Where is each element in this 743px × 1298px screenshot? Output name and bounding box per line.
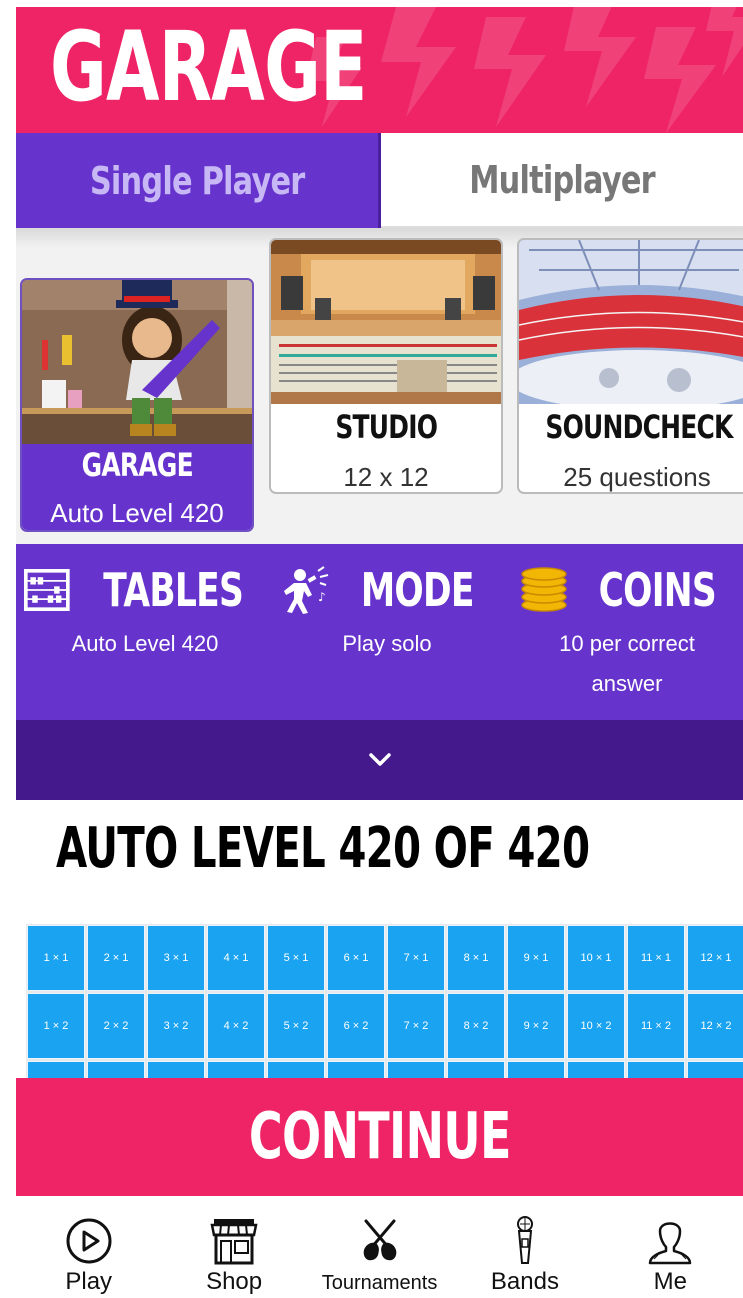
table-cell[interactable]: 10 × 1 [567, 925, 625, 991]
table-cell[interactable] [207, 1061, 265, 1078]
page-title: GARAGE [50, 11, 367, 123]
mode-card-title: STUDIO [335, 408, 438, 446]
microphone-icon [516, 1216, 533, 1264]
singer-icon: ♪ [283, 566, 328, 614]
table-cell[interactable]: 11 × 2 [627, 993, 685, 1059]
info-tables-label: TABLES [102, 563, 244, 617]
info-mode-value: Play solo [342, 631, 432, 656]
table-cell[interactable] [507, 1061, 565, 1078]
table-cell[interactable] [387, 1061, 445, 1078]
table-cell[interactable]: 1 × 2 [27, 993, 85, 1059]
player-mode-tabs: Single Player Multiplayer [16, 133, 743, 228]
table-cell[interactable]: 9 × 1 [507, 925, 565, 991]
table-cell[interactable]: 4 × 1 [207, 925, 265, 991]
nav-item-tournaments[interactable]: Tournaments [307, 1196, 452, 1298]
continue-button[interactable]: CONTINUE [16, 1078, 743, 1196]
info-coins: COINS 10 per correct answer [506, 562, 743, 704]
nav-label: Tournaments [321, 1272, 438, 1294]
table-cell[interactable]: 8 × 2 [447, 993, 505, 1059]
table-cell[interactable] [87, 1061, 145, 1078]
nav-label: Bands [490, 1268, 559, 1295]
table-cell[interactable]: 4 × 2 [207, 993, 265, 1059]
table-cell[interactable]: 2 × 2 [87, 993, 145, 1059]
svg-text:♪: ♪ [318, 590, 326, 604]
table-cell[interactable]: 3 × 1 [147, 925, 205, 991]
table-cell[interactable]: 9 × 2 [507, 993, 565, 1059]
nav-item-shop[interactable]: Shop [161, 1196, 306, 1298]
tab-label: Single Player [89, 158, 305, 203]
table-cell[interactable] [27, 1061, 85, 1078]
info-coins-value: 10 per correct answer [559, 631, 695, 696]
coins-icon [520, 567, 567, 612]
table-cell[interactable]: 7 × 2 [387, 993, 445, 1059]
page-header: GARAGE [16, 7, 743, 133]
user-icon [649, 1222, 692, 1265]
mode-card-studio[interactable]: STUDIO 12 x 12 [269, 238, 503, 494]
times-table-grid[interactable]: 1 × 12 × 13 × 14 × 15 × 16 × 17 × 18 × 1… [26, 924, 743, 1078]
table-cell[interactable]: 12 × 2 [687, 993, 743, 1059]
nav-item-me[interactable]: Me [598, 1196, 743, 1298]
table-cell[interactable]: 10 × 2 [567, 993, 625, 1059]
shop-icon [210, 1219, 258, 1265]
abacus-icon [24, 568, 70, 612]
mode-card-soundcheck[interactable]: SOUNDCHECK 25 questions [517, 238, 743, 494]
table-cell[interactable]: 2 × 1 [87, 925, 145, 991]
continue-label: CONTINUE [248, 1100, 512, 1174]
mode-card-title: GARAGE [81, 446, 193, 484]
table-cell[interactable]: 11 × 1 [627, 925, 685, 991]
bottom-nav: Play Shop Tournaments Bands Me [16, 1196, 743, 1298]
mode-card-subtitle: Auto Level 420 [50, 498, 224, 528]
table-cell[interactable] [687, 1061, 743, 1078]
table-cell[interactable] [627, 1061, 685, 1078]
garage-rocker-image [22, 280, 252, 444]
table-cell[interactable]: 6 × 1 [327, 925, 385, 991]
info-mode: ♪ MODE Play solo [266, 562, 508, 664]
mode-carousel[interactable]: GARAGE Auto Level 420 STUDIO 12 x 12 SOU… [16, 228, 743, 544]
arena-image [519, 240, 743, 404]
table-cell[interactable]: 7 × 1 [387, 925, 445, 991]
nav-label: Me [653, 1268, 687, 1295]
table-cell[interactable]: 5 × 2 [267, 993, 325, 1059]
tab-multiplayer[interactable]: Multiplayer [381, 133, 743, 228]
mode-card-subtitle: 12 x 12 [343, 462, 429, 492]
studio-image [271, 240, 501, 404]
game-info-panel: TABLES Auto Level 420 ♪ MODE Play solo C… [16, 544, 743, 720]
tab-label: Multiplayer [469, 157, 655, 202]
chevron-down-icon [368, 753, 391, 766]
expand-details-button[interactable] [16, 720, 743, 800]
grid-cells: 1 × 12 × 13 × 14 × 15 × 16 × 17 × 18 × 1… [26, 924, 743, 1078]
nav-item-bands[interactable]: Bands [452, 1196, 597, 1298]
info-mode-label: MODE [360, 563, 475, 617]
table-cell[interactable]: 8 × 1 [447, 925, 505, 991]
info-tables-value: Auto Level 420 [71, 631, 219, 656]
tab-single-player[interactable]: Single Player [16, 133, 381, 228]
info-tables: TABLES Auto Level 420 [24, 562, 266, 664]
nav-label: Shop [206, 1268, 263, 1295]
table-cell[interactable] [447, 1061, 505, 1078]
mode-card-subtitle: 25 questions [563, 462, 711, 492]
nav-item-play[interactable]: Play [16, 1196, 161, 1298]
table-cell[interactable] [267, 1061, 325, 1078]
table-cell[interactable]: 6 × 2 [327, 993, 385, 1059]
level-title: AUTO LEVEL 420 OF 420 [56, 816, 590, 881]
table-cell[interactable]: 3 × 2 [147, 993, 205, 1059]
table-cell[interactable] [147, 1061, 205, 1078]
table-cell[interactable]: 5 × 1 [267, 925, 325, 991]
table-cell[interactable] [327, 1061, 385, 1078]
play-icon [66, 1218, 112, 1264]
table-cell[interactable]: 1 × 1 [27, 925, 85, 991]
info-coins-label: COINS [598, 563, 716, 617]
table-cell[interactable] [567, 1061, 625, 1078]
mode-card-garage[interactable]: GARAGE Auto Level 420 [20, 278, 254, 532]
table-cell[interactable]: 12 × 1 [687, 925, 743, 991]
mode-card-title: SOUNDCHECK [545, 408, 733, 446]
nav-label: Play [65, 1268, 113, 1295]
guitars-icon [363, 1219, 396, 1261]
